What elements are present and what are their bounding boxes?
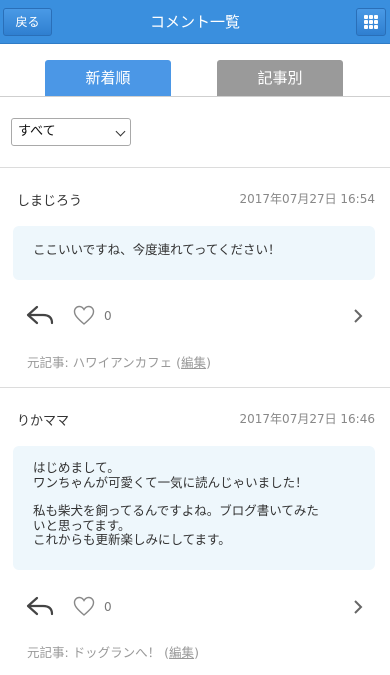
chevron-right-icon[interactable] <box>352 599 364 615</box>
comment-author: りかママ <box>17 414 70 429</box>
filter-area: すべて <box>0 98 390 168</box>
comment-timestamp: 2017年07月27日 16:54 <box>239 192 375 206</box>
filter-selected-value: すべて <box>18 124 56 139</box>
comment-body: はじめまして。 ワンちゃんが可愛くて一気に読んじゃいました！ 私も柴犬を飼ってる… <box>13 446 375 570</box>
sort-tabs: 新着順 記事別 <box>0 45 390 97</box>
chevron-down-icon <box>115 126 126 137</box>
comment-actions: 0 <box>0 301 390 331</box>
filter-select[interactable]: すべて <box>11 118 131 146</box>
reply-icon[interactable] <box>25 595 55 619</box>
heart-icon[interactable] <box>73 305 95 326</box>
comment-timestamp: 2017年07月27日 16:46 <box>239 412 375 426</box>
comment-text-line: ワンちゃんが可愛くて一気に読んじゃいました！ <box>33 474 308 490</box>
comment-item: りかママ 2017年07月27日 16:46 はじめまして。 ワンちゃんが可愛く… <box>0 389 390 675</box>
source-article-suffix: ) <box>194 645 199 660</box>
comment-text-line: いと思ってます。 <box>33 517 131 533</box>
like-count: 0 <box>104 600 112 614</box>
source-article-title: 元記事: ハワイアンカフェ ( <box>27 355 182 370</box>
grid-icon <box>364 15 378 29</box>
edit-link[interactable]: 編集 <box>181 355 206 370</box>
menu-button[interactable] <box>356 8 386 36</box>
edit-link[interactable]: 編集 <box>169 645 194 660</box>
comment-body: ここいいですね、今度連れてってください！ <box>13 226 375 280</box>
heart-icon[interactable] <box>73 596 95 617</box>
comment-text-line: これからも更新楽しみにしてます。 <box>33 532 231 547</box>
comment-text-gap <box>33 490 355 504</box>
tab-newest[interactable]: 新着順 <box>45 60 171 96</box>
comment-text-line: はじめまして。 <box>33 460 120 475</box>
back-button[interactable]: 戻る <box>3 8 52 36</box>
comment-actions: 0 <box>0 592 390 622</box>
source-article: 元記事: ハワイアンカフェ (編集) <box>27 352 211 371</box>
comment-item: しまじろう 2017年07月27日 16:54 ここいいですね、今度連れてってく… <box>0 169 390 388</box>
source-article-suffix: ) <box>206 355 211 370</box>
page-title: コメント一覧 <box>149 13 240 31</box>
comment-text-line: ここいいですね、今度連れてってください！ <box>33 242 281 257</box>
comment-author: しまじろう <box>17 194 83 209</box>
reply-icon[interactable] <box>25 304 55 328</box>
source-article: 元記事: ドッグランへ！ (編集) <box>27 642 199 661</box>
like-count: 0 <box>104 309 112 323</box>
comment-text-line: 私も柴犬を飼ってるんですよね。ブログ書いてみた <box>33 503 319 518</box>
tab-by-article[interactable]: 記事別 <box>217 60 343 96</box>
chevron-right-icon[interactable] <box>352 308 364 324</box>
source-article-title: 元記事: ドッグランへ！ ( <box>27 645 170 660</box>
app-header: 戻る コメント一覧 <box>0 0 390 44</box>
